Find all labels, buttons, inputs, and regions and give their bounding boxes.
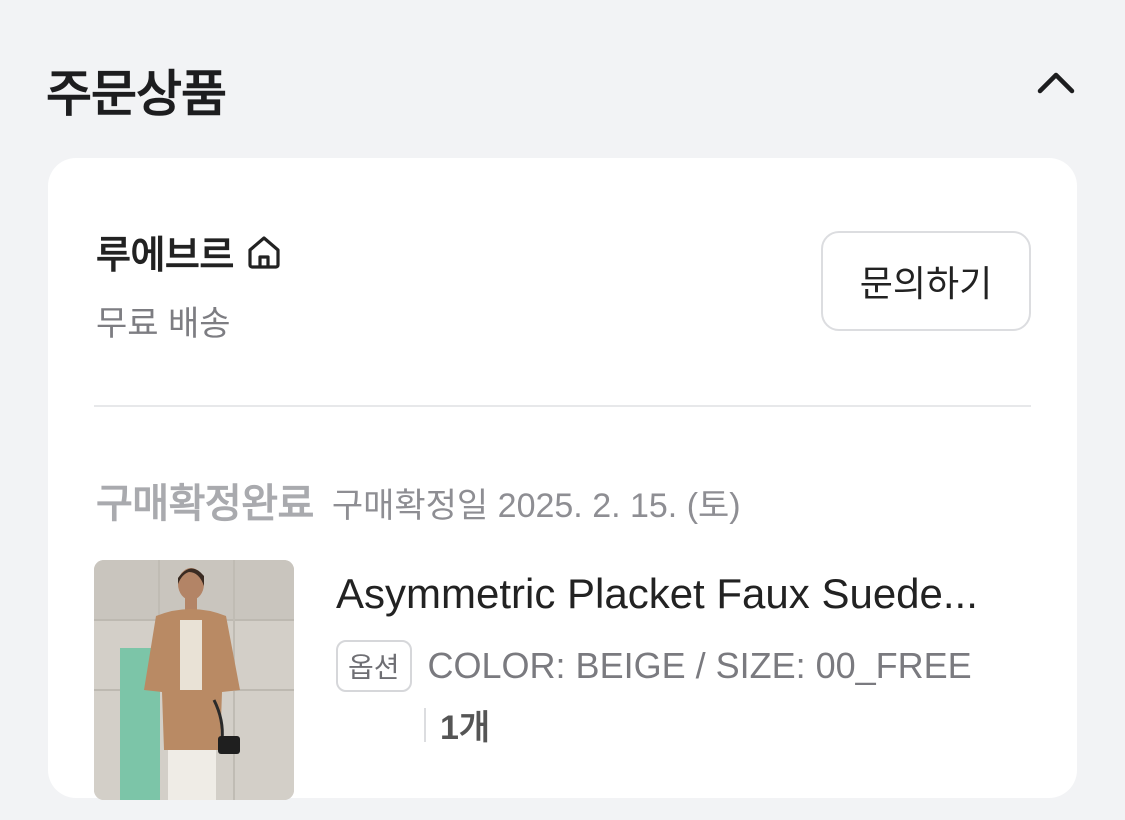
order-status: 구매확정완료 (96, 482, 314, 526)
order-card: 루에브르 무료 배송 문의하기 구매확정완료 구매확정일 2025. 2. 15… (48, 158, 1077, 800)
section-title: 주문상품 (46, 66, 227, 122)
order-items-header: 주문상품 (46, 52, 1079, 122)
quantity-row: 1개 (424, 700, 490, 749)
seller-row: 루에브르 무료 배송 문의하기 (96, 224, 1031, 344)
chevron-up-icon (1037, 72, 1075, 94)
quantity: 1개 (440, 709, 491, 747)
collapse-button[interactable] (1033, 60, 1079, 106)
inquiry-button[interactable]: 문의하기 (821, 231, 1031, 331)
confirm-date: 구매확정일 2025. 2. 15. (토) (331, 487, 741, 525)
product-name[interactable]: Asymmetric Placket Faux Suede... (336, 570, 1036, 618)
shipping-info: 무료 배송 (96, 305, 231, 343)
divider (94, 405, 1031, 407)
seller-link[interactable]: 루에브르 (96, 224, 284, 279)
product-thumbnail[interactable] (94, 560, 294, 800)
product-item[interactable]: Asymmetric Placket Faux Suede... 옵션 COLO… (94, 560, 1031, 820)
seller-name: 루에브르 (96, 235, 234, 277)
order-status-row: 구매확정완료 구매확정일 2025. 2. 15. (토) (96, 471, 741, 529)
home-icon (244, 232, 284, 272)
option-badge: 옵션 (336, 640, 412, 692)
option-value: COLOR: BEIGE / SIZE: 00_FREE (427, 645, 972, 686)
quantity-separator (424, 707, 426, 742)
product-option-row: 옵션 COLOR: BEIGE / SIZE: 00_FREE (336, 640, 972, 692)
